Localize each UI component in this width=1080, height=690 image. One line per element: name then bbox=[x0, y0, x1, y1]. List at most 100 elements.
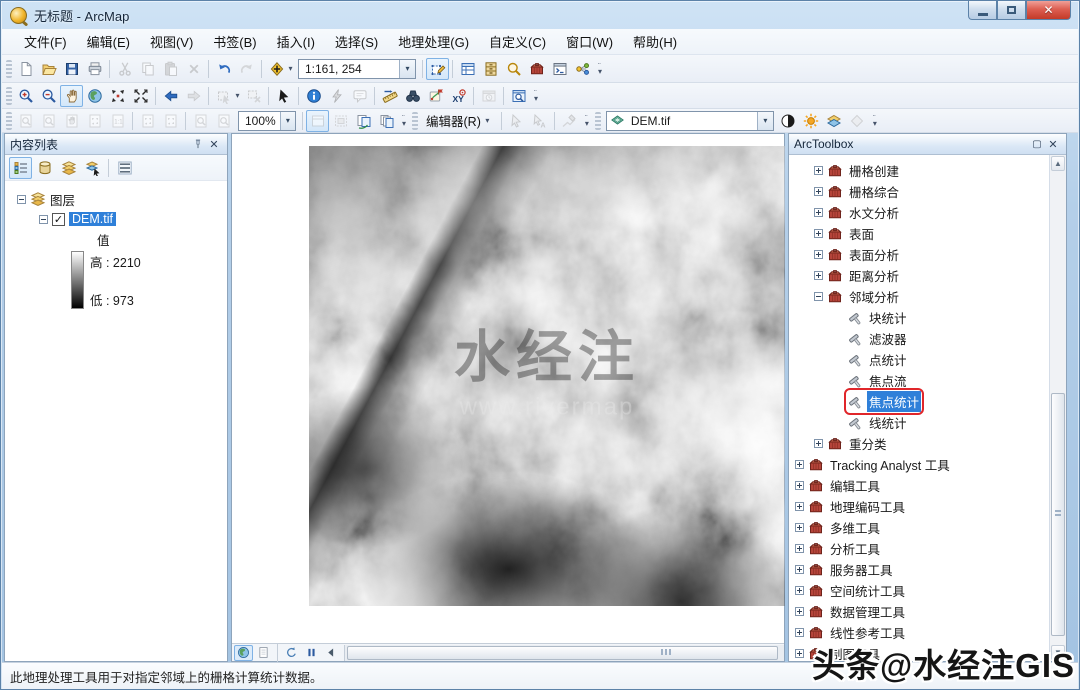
catalog-window-button[interactable] bbox=[479, 58, 502, 80]
editor-menu-button[interactable]: 编辑器(R)▾ bbox=[420, 110, 498, 132]
menu-item-2[interactable]: 视图(V) bbox=[140, 28, 203, 55]
arctoolbox-tree-item[interactable]: Tracking Analyst 工具 bbox=[789, 454, 1049, 475]
effects-layer-combo[interactable]: DEM.tif▾ bbox=[606, 111, 774, 131]
toolbar-grip[interactable] bbox=[595, 112, 601, 130]
layout-zoom-whole-page-button[interactable] bbox=[83, 110, 106, 132]
expand-icon[interactable] bbox=[795, 544, 804, 553]
expand-icon[interactable] bbox=[814, 250, 823, 259]
arctoolbox-tree-item[interactable]: 焦点统计 bbox=[789, 391, 1049, 412]
arctoolbox-tree-item[interactable]: 滤波器 bbox=[789, 328, 1049, 349]
modelbuilder-button[interactable] bbox=[571, 58, 594, 80]
float-icon[interactable]: ▢ bbox=[1029, 137, 1045, 152]
arctoolbox-tree-item[interactable]: 焦点流 bbox=[789, 370, 1049, 391]
go-forward-extent-button[interactable] bbox=[182, 85, 205, 107]
arctoolbox-tree-item[interactable]: 点统计 bbox=[789, 349, 1049, 370]
create-features-button[interactable] bbox=[558, 110, 581, 132]
arctoolbox-tree-item[interactable]: 表面分析 bbox=[789, 244, 1049, 265]
pause-drawing-button[interactable] bbox=[302, 645, 321, 661]
pan-button[interactable] bbox=[60, 85, 83, 107]
open-button[interactable] bbox=[37, 58, 60, 80]
arctoolbox-tree-item[interactable]: 空间统计工具 bbox=[789, 580, 1049, 601]
contrast-button[interactable] bbox=[777, 110, 800, 132]
layout-go-forward-button[interactable] bbox=[212, 110, 235, 132]
menu-item-7[interactable]: 自定义(C) bbox=[479, 28, 556, 55]
toolbar-grip[interactable] bbox=[6, 60, 12, 78]
fixed-zoom-in-button[interactable] bbox=[106, 85, 129, 107]
viewer-window-button[interactable] bbox=[507, 85, 530, 107]
expand-icon[interactable] bbox=[795, 607, 804, 616]
scale-combo[interactable]: 1:161, 254▾ bbox=[298, 59, 416, 79]
expand-icon[interactable] bbox=[814, 271, 823, 280]
dem-layer-row[interactable]: ✓ DEM.tif bbox=[5, 209, 227, 229]
arctoolbox-tree-item[interactable]: 线统计 bbox=[789, 412, 1049, 433]
arctoolbox-tree-item[interactable]: 栅格综合 bbox=[789, 181, 1049, 202]
toc-close-icon[interactable]: ✕ bbox=[206, 137, 222, 152]
collapse-icon[interactable] bbox=[17, 195, 26, 204]
editor-toolbar-toggle[interactable] bbox=[426, 58, 449, 80]
layout-go-back-button[interactable] bbox=[189, 110, 212, 132]
focus-data-frame-button[interactable] bbox=[329, 110, 352, 132]
menu-item-8[interactable]: 窗口(W) bbox=[556, 28, 623, 55]
map-view[interactable]: 水经注 www.rivermap bbox=[231, 133, 785, 662]
go-back-extent-button[interactable] bbox=[159, 85, 182, 107]
select-features-button-dropdown-arrow[interactable]: ▾ bbox=[233, 91, 242, 100]
find-button[interactable] bbox=[401, 85, 424, 107]
arctoolbox-tree-item[interactable]: 数据管理工具 bbox=[789, 601, 1049, 622]
flicker-button[interactable] bbox=[846, 110, 869, 132]
paste-button[interactable] bbox=[159, 58, 182, 80]
layout-zoom-out-button[interactable] bbox=[37, 110, 60, 132]
expand-icon[interactable] bbox=[814, 187, 823, 196]
scroll-left-button[interactable] bbox=[322, 645, 341, 661]
swipe-layer-button[interactable] bbox=[823, 110, 846, 132]
data-driven-pages-button[interactable] bbox=[375, 110, 398, 132]
expand-icon[interactable] bbox=[814, 166, 823, 175]
toolbar-grip[interactable] bbox=[412, 112, 418, 130]
zoom-out-button[interactable] bbox=[37, 85, 60, 107]
save-button[interactable] bbox=[60, 58, 83, 80]
arctoolbox-tree-item[interactable]: 水文分析 bbox=[789, 202, 1049, 223]
toolbar-grip[interactable] bbox=[6, 87, 12, 105]
arctoolbox-tree-item[interactable]: 重分类 bbox=[789, 433, 1049, 454]
menu-item-4[interactable]: 插入(I) bbox=[267, 28, 325, 55]
delete-button[interactable] bbox=[182, 58, 205, 80]
find-route-button[interactable] bbox=[424, 85, 447, 107]
expand-icon[interactable] bbox=[795, 460, 804, 469]
arctoolbox-tree-item[interactable]: 距离分析 bbox=[789, 265, 1049, 286]
full-extent-button[interactable] bbox=[83, 85, 106, 107]
clear-selection-button[interactable] bbox=[242, 85, 265, 107]
add-data-button-dropdown-arrow[interactable]: ▾ bbox=[286, 64, 295, 73]
edit-tool-button[interactable] bbox=[505, 110, 528, 132]
table-of-contents-button[interactable] bbox=[456, 58, 479, 80]
toolbar-overflow-button[interactable]: ¨▾ bbox=[581, 110, 593, 132]
copy-button[interactable] bbox=[136, 58, 159, 80]
menu-item-1[interactable]: 编辑(E) bbox=[77, 28, 140, 55]
brightness-button[interactable] bbox=[800, 110, 823, 132]
list-by-selection-button[interactable] bbox=[81, 157, 104, 179]
expand-icon[interactable] bbox=[795, 523, 804, 532]
toc-options-button[interactable] bbox=[113, 157, 136, 179]
toolbar-grip[interactable] bbox=[6, 112, 12, 130]
arctoolbox-tree-item[interactable]: 表面 bbox=[789, 223, 1049, 244]
cut-button[interactable] bbox=[113, 58, 136, 80]
identify-button[interactable] bbox=[302, 85, 325, 107]
layout-zoom-combo-dropdown-arrow[interactable]: ▾ bbox=[280, 112, 295, 130]
expand-icon[interactable] bbox=[795, 502, 804, 511]
search-window-button[interactable] bbox=[502, 58, 525, 80]
zoom-in-button[interactable] bbox=[14, 85, 37, 107]
collapse-icon[interactable] bbox=[39, 215, 48, 224]
layout-zoom-in-button[interactable] bbox=[14, 110, 37, 132]
arctoolbox-tree-item[interactable]: 地理编码工具 bbox=[789, 496, 1049, 517]
toolbar-overflow-button[interactable]: ¨▾ bbox=[530, 85, 542, 107]
layout-fixed-zoom-in-button[interactable] bbox=[136, 110, 159, 132]
toolbar-overflow-button[interactable]: ¨▾ bbox=[869, 110, 881, 132]
menu-item-5[interactable]: 选择(S) bbox=[325, 28, 388, 55]
hyperlink-button[interactable] bbox=[325, 85, 348, 107]
layout-zoom-100-button[interactable]: 1:1 bbox=[106, 110, 129, 132]
menu-item-3[interactable]: 书签(B) bbox=[203, 28, 266, 55]
arctoolbox-scrollbar[interactable]: ▲ ▼ bbox=[1049, 155, 1066, 661]
arctoolbox-tree-item[interactable]: 多维工具 bbox=[789, 517, 1049, 538]
list-by-source-button[interactable] bbox=[33, 157, 56, 179]
list-by-drawing-order-button[interactable] bbox=[9, 157, 32, 179]
data-view-button[interactable] bbox=[234, 645, 253, 661]
arctoolbox-tree-item[interactable]: 栅格创建 bbox=[789, 160, 1049, 181]
